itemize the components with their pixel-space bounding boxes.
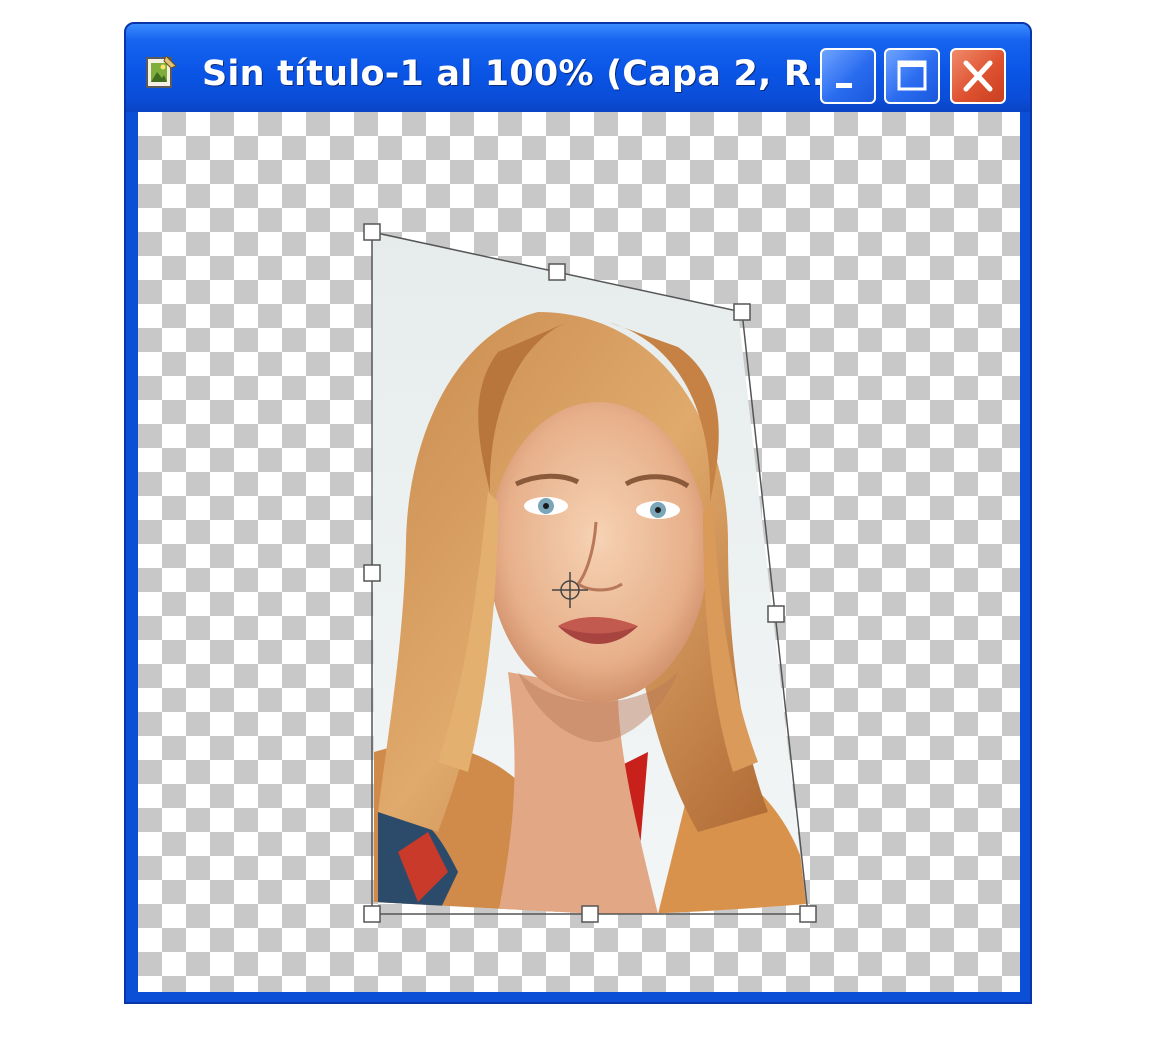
transform-handle-bottom-middle[interactable] <box>581 905 599 923</box>
transform-handle-bottom-right[interactable] <box>799 905 817 923</box>
transform-handle-bottom-left[interactable] <box>363 905 381 923</box>
document-window: Sin título-1 al 100% (Capa 2, R... <box>124 22 1032 1004</box>
transform-handle-middle-right[interactable] <box>767 605 785 623</box>
maximize-button[interactable] <box>884 48 940 104</box>
minimize-icon <box>836 83 852 88</box>
portrait-photo-layer[interactable] <box>358 222 828 922</box>
title-bar[interactable]: Sin título-1 al 100% (Capa 2, R... <box>126 24 1030 112</box>
maximize-icon <box>897 60 927 91</box>
close-icon <box>963 60 993 92</box>
document-canvas[interactable] <box>138 112 1020 992</box>
transform-handle-middle-left[interactable] <box>363 564 381 582</box>
close-button[interactable] <box>950 48 1006 104</box>
window-title: Sin título-1 al 100% (Capa 2, R... <box>202 54 853 94</box>
transform-handle-top-left[interactable] <box>363 223 381 241</box>
transform-handle-top-right[interactable] <box>733 303 751 321</box>
photoshop-document-icon[interactable] <box>144 54 178 90</box>
transform-handle-top-middle[interactable] <box>548 263 566 281</box>
minimize-button[interactable] <box>820 48 876 104</box>
